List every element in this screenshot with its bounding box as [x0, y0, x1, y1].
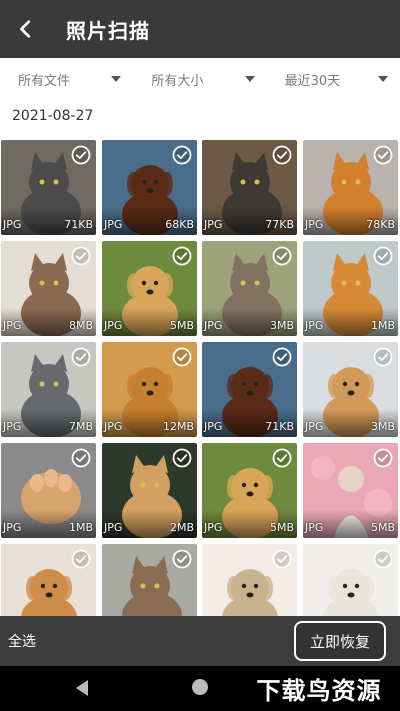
photo-file-size: 1MB — [68, 521, 93, 534]
photo-file-size: 12MB — [162, 420, 194, 433]
check-circle-icon[interactable] — [71, 145, 91, 165]
photo-file-type: JPG — [3, 218, 22, 231]
filter-size-label: 所有大小 — [151, 73, 204, 89]
photo-file-type: JPG — [305, 521, 324, 534]
recover-now-button[interactable]: 立即恢复 — [293, 621, 386, 661]
photo-file-type: JPG — [204, 521, 223, 534]
photo-tile[interactable] — [202, 544, 297, 616]
photo-tile[interactable] — [303, 544, 398, 616]
photo-tile[interactable]: JPG 8MB — [1, 241, 96, 336]
date-group-label: 2021-08-27 — [12, 108, 94, 124]
photo-tile[interactable]: JPG 71KB — [1, 140, 96, 235]
photo-tile[interactable]: JPG 77KB — [202, 140, 297, 235]
photo-tile[interactable]: JPG 71KB — [202, 342, 297, 437]
caret-down-icon — [377, 76, 388, 82]
photo-file-size: 3MB — [370, 420, 395, 433]
check-circle-icon[interactable] — [272, 448, 292, 468]
photo-scan-screen: 照片扫描 所有文件 所有大小 最近30天 2021-08-27 JPG 71KB J… — [0, 0, 400, 711]
photo-file-type: JPG — [104, 319, 123, 332]
check-circle-icon[interactable] — [172, 448, 192, 468]
photo-file-type: JPG — [204, 319, 223, 332]
check-circle-icon[interactable] — [373, 448, 393, 468]
photo-tile[interactable]: JPG 5MB — [102, 241, 197, 336]
photo-file-size: 2MB — [169, 521, 194, 534]
photo-file-size: 71KB — [265, 420, 294, 433]
photo-file-size: 1MB — [370, 319, 395, 332]
check-circle-icon[interactable] — [71, 246, 91, 266]
page-title: 照片扫描 — [66, 18, 150, 43]
check-circle-icon[interactable] — [373, 145, 393, 165]
check-circle-icon[interactable] — [172, 246, 192, 266]
check-circle-icon[interactable] — [172, 347, 192, 367]
photo-file-size: 5MB — [169, 319, 194, 332]
photo-grid: JPG 71KB JPG 68KB JPG 77KB JPG 78KB JPG 8MB JPG 5MB… — [0, 140, 400, 616]
photo-file-size: 71KB — [64, 218, 93, 231]
filter-date[interactable]: 最近30天 — [267, 58, 400, 100]
photo-file-type: JPG — [104, 521, 123, 534]
check-circle-icon[interactable] — [71, 347, 91, 367]
photo-tile[interactable]: JPG 12MB — [102, 342, 197, 437]
photo-file-type: JPG — [3, 319, 22, 332]
triangle-back-icon[interactable] — [76, 680, 88, 696]
check-circle-icon[interactable] — [373, 347, 393, 367]
photo-file-size: 7MB — [68, 420, 93, 433]
photo-tile[interactable]: JPG 3MB — [202, 241, 297, 336]
system-nav-bar: 下载鸟资源 — [0, 666, 400, 711]
check-circle-icon[interactable] — [373, 246, 393, 266]
bottom-action-bar: 全选 立即恢复 — [0, 616, 400, 666]
photo-file-size: 5MB — [269, 521, 294, 534]
check-circle-icon[interactable] — [272, 145, 292, 165]
check-circle-icon[interactable] — [172, 145, 192, 165]
photo-file-type: JPG — [204, 218, 223, 231]
photo-tile[interactable]: JPG 68KB — [102, 140, 197, 235]
photo-tile[interactable]: JPG 1MB — [1, 443, 96, 538]
photo-tile[interactable]: JPG 5MB — [303, 443, 398, 538]
check-circle-icon[interactable] — [71, 448, 91, 468]
photo-tile[interactable]: JPG 78KB — [303, 140, 398, 235]
filter-bar: 所有文件 所有大小 最近30天 — [0, 58, 400, 100]
back-button[interactable] — [0, 0, 52, 58]
photo-tile[interactable]: JPG 2MB — [102, 443, 197, 538]
photo-file-size: 68KB — [165, 218, 194, 231]
filter-date-label: 最近30天 — [284, 73, 341, 89]
photo-file-type: JPG — [3, 420, 22, 433]
photo-tile[interactable]: JPG 1MB — [303, 241, 398, 336]
check-circle-icon[interactable] — [172, 549, 192, 569]
photo-file-type: JPG — [104, 420, 123, 433]
photo-tile[interactable]: JPG 5MB — [202, 443, 297, 538]
check-circle-icon[interactable] — [272, 246, 292, 266]
photo-tile[interactable] — [102, 544, 197, 616]
caret-down-icon — [244, 76, 255, 82]
photo-file-size: 3MB — [269, 319, 294, 332]
photo-file-type: JPG — [204, 420, 223, 433]
photo-file-size: 5MB — [370, 521, 395, 534]
photo-file-type: JPG — [104, 218, 123, 231]
photo-tile[interactable]: JPG 3MB — [303, 342, 398, 437]
photo-tile[interactable] — [1, 544, 96, 616]
photo-file-type: JPG — [305, 218, 324, 231]
filter-size[interactable]: 所有大小 — [133, 58, 266, 100]
filter-file-type-label: 所有文件 — [18, 73, 71, 89]
photo-file-type: JPG — [305, 319, 324, 332]
photo-file-size: 8MB — [68, 319, 93, 332]
photo-file-size: 77KB — [265, 218, 294, 231]
photo-file-type: JPG — [305, 420, 324, 433]
photo-tile[interactable]: JPG 7MB — [1, 342, 96, 437]
check-circle-icon[interactable] — [272, 549, 292, 569]
top-bar: 照片扫描 — [0, 0, 400, 58]
photo-file-type: JPG — [3, 521, 22, 534]
chevron-left-icon — [20, 20, 31, 38]
check-circle-icon[interactable] — [272, 347, 292, 367]
watermark: 下载鸟资源 — [238, 666, 400, 711]
circle-home-icon[interactable] — [192, 679, 208, 695]
filter-file-type[interactable]: 所有文件 — [0, 58, 133, 100]
check-circle-icon[interactable] — [373, 549, 393, 569]
photo-file-size: 78KB — [366, 218, 395, 231]
select-all-button[interactable]: 全选 — [8, 631, 36, 651]
caret-down-icon — [111, 76, 122, 82]
check-circle-icon[interactable] — [71, 549, 91, 569]
